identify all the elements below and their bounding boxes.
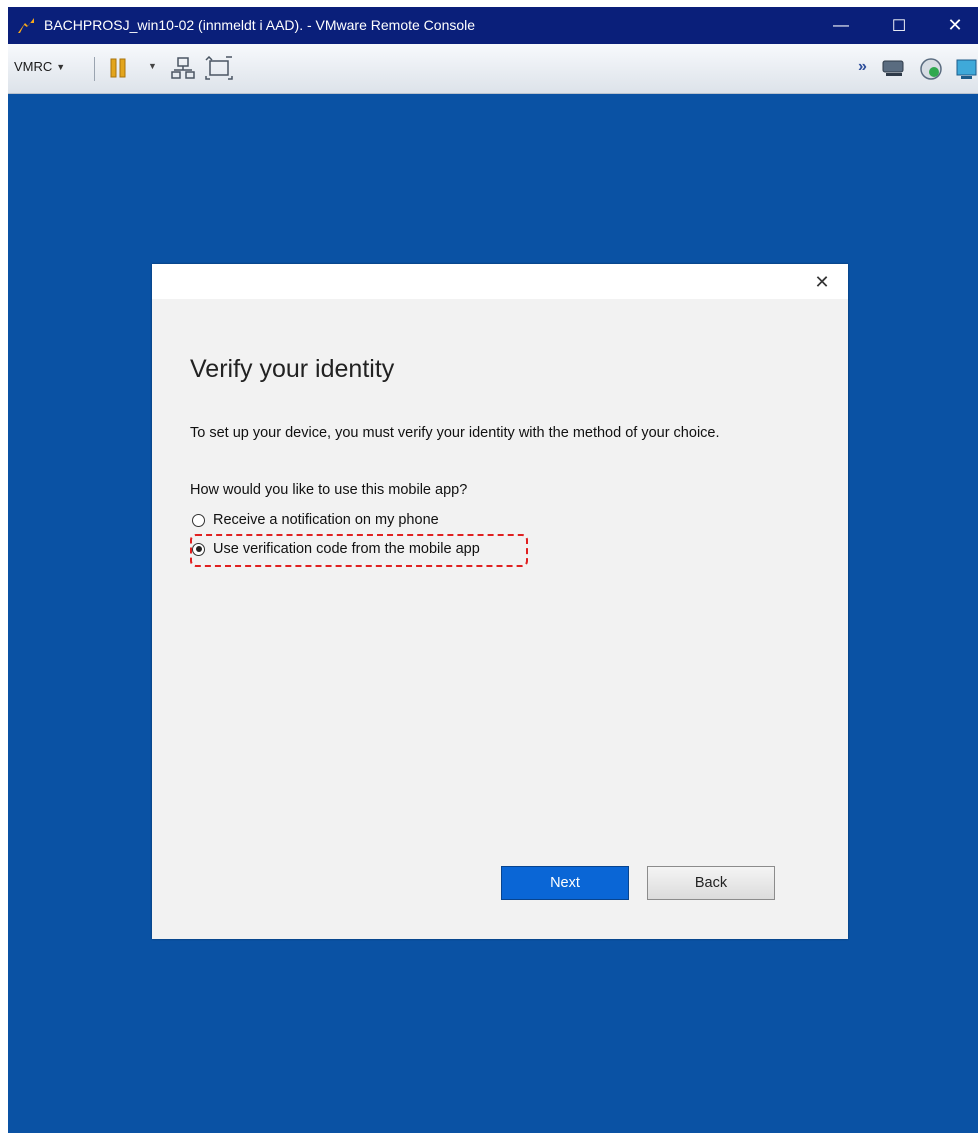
title-bar: BACHPROSJ_win10-02 (innmeldt i AAD). - V… xyxy=(8,7,978,44)
device-icon[interactable] xyxy=(881,57,907,79)
toolbar-divider xyxy=(94,57,95,81)
toolbar-overflow-icon[interactable]: » xyxy=(858,58,867,76)
next-button[interactable]: Next xyxy=(501,866,629,900)
close-window-button[interactable]: ✕ xyxy=(930,7,978,44)
vmrc-menu-label: VMRC xyxy=(14,59,53,74)
connect-icon[interactable] xyxy=(919,57,943,81)
method-question: How would you like to use this mobile ap… xyxy=(190,482,468,498)
minimize-button[interactable]: — xyxy=(816,7,866,44)
dialog-description: To set up your device, you must verify y… xyxy=(190,425,720,441)
vmware-app-icon xyxy=(18,18,34,33)
dialog-header: ✕ xyxy=(152,264,848,299)
highlight-annotation xyxy=(190,534,528,567)
pause-icon[interactable] xyxy=(110,58,126,78)
maximize-button[interactable]: ☐ xyxy=(874,7,924,44)
dialog-title: Verify your identity xyxy=(190,355,395,383)
radio-notification[interactable] xyxy=(192,513,205,527)
verify-identity-dialog: ✕ Verify your identity To set up your de… xyxy=(152,264,848,939)
close-icon[interactable]: ✕ xyxy=(808,270,836,294)
chevron-down-icon: ▼ xyxy=(56,61,66,72)
option-notification[interactable]: Receive a notification on my phone xyxy=(192,512,439,528)
option-notification-label: Receive a notification on my phone xyxy=(213,512,439,528)
window-title: BACHPROSJ_win10-02 (innmeldt i AAD). - V… xyxy=(44,17,476,33)
display-icon[interactable] xyxy=(955,57,978,81)
back-button[interactable]: Back xyxy=(647,866,775,900)
vmrc-menu-button[interactable]: VMRC ▼ xyxy=(14,59,65,74)
fullscreen-icon[interactable] xyxy=(205,56,233,80)
network-icon[interactable] xyxy=(171,56,195,80)
vmrc-toolbar: VMRC ▼ ▼ » xyxy=(8,44,978,94)
pause-options-chevron-icon[interactable]: ▼ xyxy=(148,61,157,71)
